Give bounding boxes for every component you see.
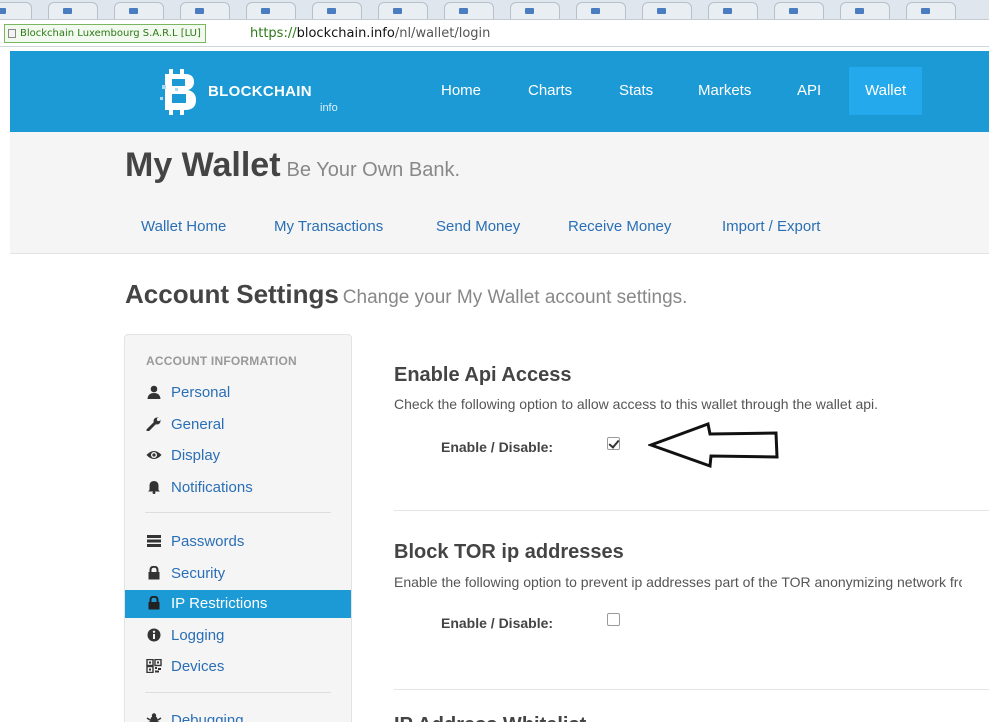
nav-markets[interactable]: Markets: [682, 67, 767, 115]
section-divider: [394, 510, 989, 511]
page-title: My Wallet Be Your Own Bank.: [125, 146, 460, 185]
wallet-header: My Wallet Be Your Own Bank. Wallet Home M…: [10, 132, 989, 254]
url-text[interactable]: https://blockchain.info/nl/wallet/login: [250, 24, 490, 43]
account-settings-title: Account Settings: [125, 279, 339, 309]
subnav-send-money[interactable]: Send Money: [436, 218, 520, 235]
sidebar-item-label: Notifications: [171, 479, 253, 496]
sidebar-item-passwords[interactable]: Passwords: [125, 528, 351, 556]
block-tor-description: Enable the following option to prevent i…: [394, 574, 962, 590]
url-host: blockchain.info: [296, 26, 395, 41]
user-icon: [146, 385, 164, 399]
sidebar-divider: [145, 512, 331, 513]
browser-tab[interactable]: [642, 2, 692, 19]
site-navbar: BLOCKCHAIN info Home Charts Stats Market…: [10, 51, 989, 132]
sidebar-heading: ACCOUNT INFORMATION: [146, 354, 297, 368]
browser-tab[interactable]: [840, 2, 890, 19]
info-icon: [146, 628, 164, 642]
sidebar-item-personal[interactable]: Personal: [125, 379, 351, 407]
brand-subtitle: info: [320, 102, 338, 114]
sidebar-item-display[interactable]: Display: [125, 442, 351, 470]
browser-tab[interactable]: [774, 2, 824, 19]
lock-icon: [146, 566, 164, 580]
section-divider: [394, 689, 989, 690]
browser-tab[interactable]: [510, 2, 560, 19]
sidebar-item-label: General: [171, 416, 225, 433]
sidebar-item-ip-restrictions[interactable]: IP Restrictions: [125, 590, 351, 618]
nav-wallet[interactable]: Wallet: [849, 67, 923, 115]
lock-icon: [146, 596, 164, 610]
browser-tab[interactable]: [48, 2, 98, 19]
api-access-checkbox[interactable]: [607, 437, 620, 450]
sidebar-item-devices[interactable]: Devices: [125, 653, 351, 681]
address-bar[interactable]: Blockchain Luxembourg S.A.R.L [LU] https…: [0, 20, 989, 47]
subnav-my-transactions[interactable]: My Transactions: [274, 218, 383, 235]
api-access-toggle-label: Enable / Disable:: [441, 439, 554, 455]
sidebar-item-notifications[interactable]: Notifications: [125, 474, 351, 502]
browser-tab[interactable]: [180, 2, 230, 19]
browser-tab[interactable]: [312, 2, 362, 19]
page-icon: [8, 29, 16, 38]
brand-name: BLOCKCHAIN: [208, 83, 312, 100]
browser-tab[interactable]: [246, 2, 296, 19]
sidebar-divider: [145, 692, 331, 693]
sidebar-item-logging[interactable]: Logging: [125, 622, 351, 650]
nav-stats[interactable]: Stats: [603, 67, 669, 115]
ev-certificate-label: Blockchain Luxembourg S.A.R.L [LU]: [20, 28, 201, 39]
sidebar-item-label: Logging: [171, 627, 225, 644]
browser-tab[interactable]: [0, 2, 32, 19]
bell-icon: [146, 480, 164, 494]
api-access-description: Check the following option to allow acce…: [394, 396, 879, 412]
bug-icon: [146, 713, 164, 722]
url-path: /nl/wallet/login: [394, 26, 491, 41]
nav-charts[interactable]: Charts: [512, 67, 588, 115]
blockchain-logo-icon: [160, 69, 196, 115]
wallet-tagline: Be Your Own Bank.: [286, 159, 460, 181]
ev-certificate-badge[interactable]: Blockchain Luxembourg S.A.R.L [LU]: [4, 24, 206, 43]
list-icon: [146, 534, 164, 548]
account-settings-subtitle: Change your My Wallet account settings.: [342, 287, 688, 308]
sidebar-item-label: Personal: [171, 384, 231, 401]
sidebar-item-debugging[interactable]: Debugging: [125, 707, 351, 722]
wrench-icon: [146, 417, 164, 431]
nav-home[interactable]: Home: [425, 67, 497, 115]
nav-api[interactable]: API: [781, 67, 837, 115]
browser-tab[interactable]: [114, 2, 164, 19]
eye-icon: [146, 448, 164, 462]
browser-tab-strip: [0, 0, 989, 20]
browser-tab[interactable]: [906, 2, 956, 19]
browser-tab[interactable]: [378, 2, 428, 19]
subnav-wallet-home[interactable]: Wallet Home: [141, 218, 226, 235]
block-tor-title: Block TOR ip addresses: [394, 541, 624, 563]
sidebar-item-label: Display: [171, 447, 221, 464]
settings-sidebar: ACCOUNT INFORMATION Personal General Dis…: [124, 334, 352, 722]
account-settings-heading: Account Settings Change your My Wallet ac…: [125, 279, 687, 310]
api-access-title: Enable Api Access: [394, 364, 572, 386]
browser-tab[interactable]: [576, 2, 626, 19]
subnav-receive-money[interactable]: Receive Money: [568, 218, 671, 235]
block-tor-checkbox[interactable]: [607, 613, 620, 626]
sidebar-item-label: Security: [171, 565, 226, 582]
sidebar-item-label: Debugging: [171, 712, 244, 722]
subnav-import-export[interactable]: Import / Export: [722, 218, 820, 235]
qrcode-icon: [146, 659, 164, 673]
sidebar-item-general[interactable]: General: [125, 411, 351, 439]
sidebar-item-security[interactable]: Security: [125, 560, 351, 588]
sidebar-item-label: IP Restrictions: [171, 595, 268, 612]
left-arrow-icon: [648, 421, 779, 469]
wallet-title: My Wallet: [125, 146, 281, 184]
block-tor-toggle-label: Enable / Disable:: [441, 615, 554, 631]
url-scheme: https://: [250, 26, 297, 41]
ip-whitelist-title: IP Address Whitelist: [394, 714, 586, 722]
sidebar-item-label: Passwords: [171, 533, 245, 550]
browser-tab[interactable]: [708, 2, 758, 19]
sidebar-item-label: Devices: [171, 658, 225, 675]
browser-tab[interactable]: [444, 2, 494, 19]
